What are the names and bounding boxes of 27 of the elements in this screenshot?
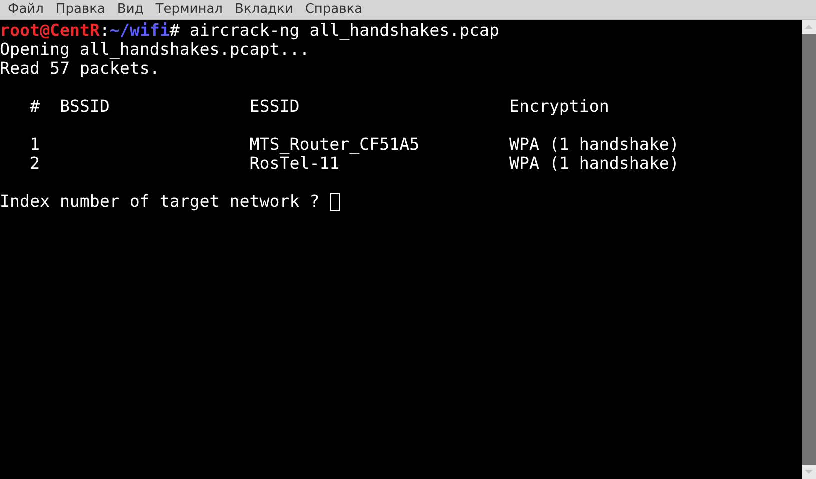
- menu-item[interactable]: Файл: [4, 2, 52, 17]
- column-header: ESSID: [250, 97, 301, 116]
- menu-item[interactable]: Вид: [113, 2, 152, 17]
- table-cell-text: RosTel-11: [250, 154, 341, 173]
- menu-item[interactable]: Терминал: [152, 2, 231, 17]
- table-cell: WPA (1 handshake): [509, 154, 680, 173]
- menu-item[interactable]: Правка: [52, 2, 114, 17]
- table-cell-text: 2: [30, 154, 41, 173]
- column-header: #: [30, 97, 41, 116]
- table-cell: WPA (1 handshake): [509, 135, 680, 154]
- scroll-down-icon[interactable]: [802, 465, 816, 479]
- column-header: BSSID: [60, 97, 111, 116]
- table-cell-text: 1: [30, 135, 41, 154]
- text-cursor: [330, 192, 340, 210]
- prompt-path: ~/wifi: [110, 21, 170, 40]
- table-cell-text: MTS_Router_CF51A5: [250, 135, 421, 154]
- column-header: Encryption: [509, 97, 610, 116]
- output-line: Read 57 packets.: [0, 59, 160, 78]
- command-text: # aircrack-ng all_handshakes.pcap: [170, 21, 500, 40]
- output-line: Opening all_handshakes.pcapt...: [0, 40, 310, 59]
- prompt-separator: :: [100, 21, 110, 40]
- prompt-user-host: root@CentR: [0, 21, 100, 40]
- scroll-up-icon[interactable]: [802, 20, 816, 34]
- menu-item[interactable]: Вкладки: [231, 2, 302, 17]
- menu-item[interactable]: Справка: [301, 2, 371, 17]
- scrollbar[interactable]: [802, 20, 816, 479]
- prompt-question: Index number of target network ?: [0, 192, 320, 211]
